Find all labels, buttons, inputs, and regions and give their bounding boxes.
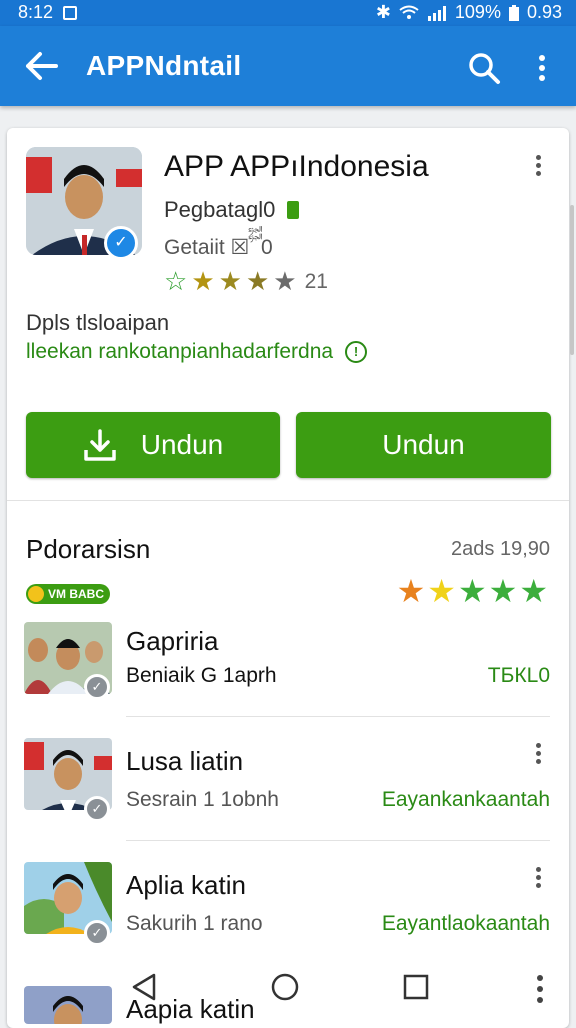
install-button[interactable]: Undun bbox=[26, 412, 280, 478]
dot bbox=[535, 171, 541, 176]
dot bbox=[535, 743, 541, 748]
star-icon: ★ bbox=[396, 573, 428, 609]
star-icon: ★ bbox=[218, 266, 242, 296]
bluetooth-icon: ✱ bbox=[375, 2, 391, 22]
section-rating: ★★★★★ bbox=[397, 572, 550, 610]
verified-badge-icon: ✓ bbox=[104, 226, 138, 260]
dot bbox=[535, 883, 541, 888]
item-title: Aplia katin bbox=[126, 870, 246, 900]
more-vert-icon[interactable] bbox=[530, 50, 554, 86]
page-title: APPNdntail bbox=[86, 50, 242, 81]
half-star-icon: ★ bbox=[273, 266, 297, 296]
star-icon: ☆ bbox=[164, 266, 188, 296]
battery-icon bbox=[508, 4, 519, 21]
item-status: Eayantlaokaantah bbox=[381, 912, 550, 935]
dot bbox=[535, 875, 541, 880]
battery-text: 109% bbox=[454, 2, 501, 22]
app-bar: APPNdntail bbox=[0, 26, 576, 106]
scrollbar[interactable] bbox=[570, 205, 574, 355]
nav-recents-icon[interactable] bbox=[403, 974, 429, 1000]
install-button-label: Undun bbox=[140, 429, 224, 460]
item-status: Eayankankaantah bbox=[381, 788, 550, 811]
app-title: APP APPıIndonesia bbox=[164, 150, 429, 183]
divider bbox=[126, 716, 550, 717]
item-status: TБКL0 bbox=[487, 664, 550, 687]
star-icon: ★ bbox=[488, 573, 520, 609]
item-overflow-menu[interactable] bbox=[528, 864, 548, 896]
status-time: 8:12 bbox=[18, 2, 54, 22]
wifi-icon bbox=[399, 5, 419, 19]
install-button-secondary-label: Undun bbox=[382, 429, 465, 460]
nav-home-icon[interactable] bbox=[270, 972, 300, 1002]
notification-icon bbox=[63, 5, 78, 20]
check-icon: ✓ bbox=[84, 674, 110, 700]
badge-ring-icon bbox=[28, 586, 44, 602]
item-title: Lusa liatin bbox=[126, 746, 244, 776]
navigation-bar bbox=[0, 960, 576, 1024]
search-icon[interactable] bbox=[466, 50, 502, 86]
status-bar: 8:12 ✱ 109% 0.93 bbox=[0, 0, 576, 26]
dot bbox=[535, 163, 541, 168]
section-badge: VM BABC bbox=[26, 584, 110, 604]
dot bbox=[535, 867, 541, 872]
divider bbox=[126, 840, 550, 841]
install-button-secondary[interactable]: Undun bbox=[296, 412, 551, 478]
item-subtitle: Beniaik G 1aprh bbox=[126, 664, 277, 687]
download-icon bbox=[83, 429, 116, 461]
app-notice: lleekan rankotanpianhadarferdna ! bbox=[26, 340, 368, 364]
star-icon: ★ bbox=[191, 266, 215, 296]
info-icon[interactable]: ! bbox=[345, 341, 368, 363]
section-title: Pdorarsisn bbox=[26, 534, 151, 564]
dot bbox=[535, 155, 541, 160]
nav-more-vert-icon[interactable] bbox=[530, 972, 550, 1006]
dot bbox=[535, 759, 541, 764]
developer-name: Pegbatagl0 bbox=[164, 197, 276, 222]
signal-icon bbox=[427, 5, 446, 21]
item-subtitle: Sesrain 1 1obnh bbox=[126, 788, 279, 811]
app-meta: Getaiit ☒ ࢘࢘ 0 bbox=[164, 236, 273, 259]
divider bbox=[7, 500, 569, 501]
star-icon: ★ bbox=[245, 266, 270, 296]
speed-text: 0.93 bbox=[526, 2, 562, 22]
back-arrow-icon[interactable] bbox=[22, 48, 62, 84]
item-overflow-menu[interactable] bbox=[528, 740, 548, 772]
star-icon: ★ bbox=[457, 573, 489, 609]
app-developer[interactable]: Pegbatagl0 bbox=[164, 197, 300, 223]
check-icon: ✓ bbox=[84, 920, 110, 946]
app-overflow-menu[interactable] bbox=[528, 152, 548, 184]
star-icon: ★ bbox=[519, 573, 550, 609]
nav-back-icon[interactable] bbox=[130, 972, 158, 1002]
developer-badge-icon bbox=[287, 201, 300, 219]
item-title: Gapriria bbox=[126, 626, 219, 656]
app-notice-text: lleekan rankotanpianhadarferdna bbox=[26, 340, 334, 363]
rating-count: 21 bbox=[304, 269, 328, 293]
app-description: Dpls tlsloaipan bbox=[26, 310, 170, 335]
check-icon: ✓ bbox=[84, 796, 110, 822]
section-meta: 2ads 19,90 bbox=[451, 538, 550, 560]
star-icon: ★ bbox=[427, 573, 458, 609]
dot bbox=[535, 751, 541, 756]
app-rating: ☆ ★ ★ ★ ★ 21 bbox=[164, 266, 328, 297]
badge-label: VM BABC bbox=[48, 587, 104, 601]
item-subtitle: Sakurih 1 rano bbox=[126, 912, 263, 935]
